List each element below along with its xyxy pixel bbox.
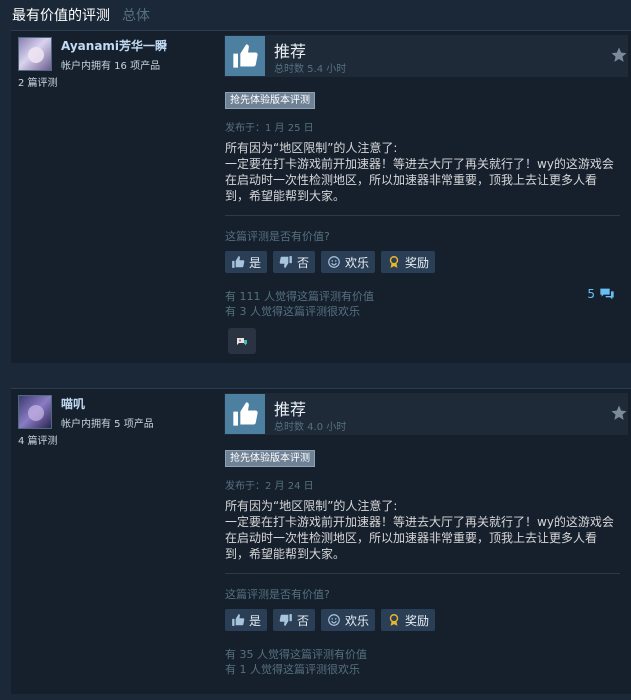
award-button[interactable]: 奖励 (381, 251, 436, 273)
review-card: Ayanami芳华一瞬 帐户内拥有 16 项产品 2 篇评测 推荐 总时数 5.… (11, 30, 631, 363)
verdict-label: 推荐 (274, 42, 307, 61)
divider (225, 215, 620, 216)
thumbs-down-icon (279, 256, 292, 268)
verdict-header[interactable]: 推荐 总时数 4.0 小时 (224, 393, 628, 435)
overall-filter-label[interactable]: 总体 (122, 5, 150, 25)
comment-bubble-icon (600, 288, 614, 300)
star-icon[interactable] (610, 404, 628, 422)
thumbs-down-icon (279, 614, 292, 626)
funny-stat: 有 1 人觉得这篇评测很欢乐 (225, 663, 360, 676)
vote-yes-button[interactable]: 是 (225, 251, 268, 273)
helpful-stat: 有 111 人觉得这篇评测有价值 (225, 290, 374, 303)
posted-date: 发布于：1 月 25 日 (225, 123, 314, 134)
reviewer-name[interactable]: 喵叽 (61, 395, 85, 412)
verdict-label: 推荐 (274, 400, 307, 419)
verdict-header[interactable]: 推荐 总时数 5.4 小时 (224, 35, 628, 77)
vote-funny-label: 欢乐 (345, 613, 370, 628)
vote-buttons: 是 否 欢乐 奖励 (225, 609, 436, 631)
award-button[interactable]: 奖励 (381, 609, 436, 631)
award-label: 奖励 (405, 255, 430, 270)
vote-no-button[interactable]: 否 (273, 251, 316, 273)
reviewer-name[interactable]: Ayanami芳华一瞬 (61, 37, 167, 54)
review-text-body: 一定要在打卡游戏前开加速器！等进去大厅了再关就行了！wy的这游戏会在启动时一次性… (225, 515, 614, 561)
thumbs-up-icon (232, 256, 245, 268)
products-owned[interactable]: 帐户内拥有 5 项产品 (61, 415, 154, 430)
star-icon[interactable] (610, 46, 628, 64)
comment-count: 5 (587, 287, 595, 301)
most-helpful-reviews-title: 最有价值的评测 (12, 8, 110, 24)
award-ribbon-icon (389, 256, 399, 268)
helpful-stat: 有 35 人觉得这篇评测有价值 (225, 648, 367, 661)
vote-yes-label: 是 (249, 613, 262, 628)
vote-funny-button[interactable]: 欢乐 (321, 251, 376, 273)
review-content: 所有因为“地区限制”的人注意了: 一定要在打卡游戏前开加速器！等进去大厅了再关就… (225, 498, 620, 562)
helpful-question: 这篇评测是否有价值? (225, 588, 330, 601)
review-count[interactable]: 2 篇评测 (18, 74, 58, 89)
review-text-body: 一定要在打卡游戏前开加速器！等进去大厅了再关就行了！wy的这游戏会在启动时一次性… (225, 157, 614, 203)
review-content: 所有因为“地区限制”的人注意了: 一定要在打卡游戏前开加速器！等进去大厅了再关就… (225, 140, 620, 204)
vote-no-label: 否 (297, 255, 310, 270)
review-text-line: 所有因为“地区限制”的人注意了: (225, 499, 398, 513)
playtime: 总时数 4.0 小时 (274, 422, 347, 433)
smiley-icon (328, 614, 340, 626)
received-award-icon[interactable] (228, 328, 256, 354)
reviews-header: 最有价值的评测 总体 (12, 5, 150, 27)
divider (225, 573, 620, 574)
helpful-question: 这篇评测是否有价值? (225, 230, 330, 243)
posted-date: 发布于：2 月 24 日 (225, 481, 314, 492)
vote-no-label: 否 (297, 613, 310, 628)
vote-funny-label: 欢乐 (345, 255, 370, 270)
award-ribbon-icon (389, 614, 399, 626)
thumbs-up-icon (232, 614, 245, 626)
funny-stat: 有 3 人觉得这篇评测很欢乐 (225, 305, 360, 318)
products-owned[interactable]: 帐户内拥有 16 项产品 (61, 57, 160, 72)
vote-no-button[interactable]: 否 (273, 609, 316, 631)
review-text-line: 所有因为“地区限制”的人注意了: (225, 141, 398, 155)
vote-funny-button[interactable]: 欢乐 (321, 609, 376, 631)
vote-yes-button[interactable]: 是 (225, 609, 268, 631)
comments-link[interactable]: 5 (587, 287, 615, 301)
playtime: 总时数 5.4 小时 (274, 64, 347, 75)
early-access-tag: 抢先体验版本评测 (225, 450, 315, 467)
award-label: 奖励 (405, 613, 430, 628)
review-card: 喵叽 帐户内拥有 5 项产品 4 篇评测 推荐 总时数 4.0 小时 抢先体验版… (11, 388, 631, 694)
early-access-tag: 抢先体验版本评测 (225, 92, 315, 109)
review-count[interactable]: 4 篇评测 (18, 432, 58, 447)
vote-buttons: 是 否 欢乐 奖励 (225, 251, 436, 273)
avatar[interactable] (18, 37, 52, 71)
thumbs-up-icon (225, 36, 265, 76)
smiley-icon (328, 256, 340, 268)
avatar[interactable] (18, 395, 52, 429)
thumbs-up-icon (225, 394, 265, 434)
vote-yes-label: 是 (249, 255, 262, 270)
